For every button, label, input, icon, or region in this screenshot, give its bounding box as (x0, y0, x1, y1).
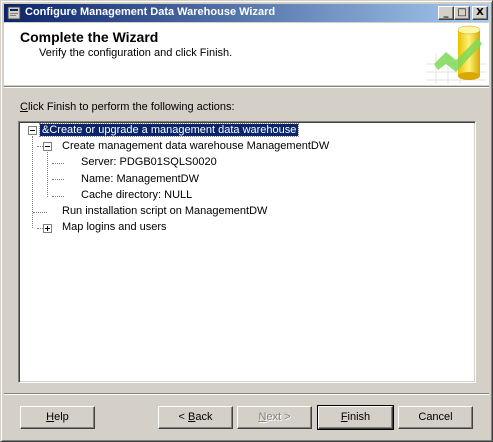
minimize-button[interactable]: _ (438, 6, 454, 20)
title-bar[interactable]: Configure Management Data Warehouse Wiza… (4, 4, 489, 22)
cancel-button[interactable]: Cancel (398, 406, 473, 429)
back-button[interactable]: < Back (158, 406, 233, 429)
page-subtitle: Verify the configuration and click Finis… (39, 47, 233, 59)
header-divider (4, 86, 489, 88)
wizard-header: Complete the Wizard Verify the configura… (4, 23, 489, 85)
wizard-app-icon (7, 6, 21, 20)
database-check-icon (426, 25, 486, 84)
tree-item-server[interactable]: Server: PDGB01SQLS0020 (79, 155, 219, 170)
tree-item-cache-directory[interactable]: Cache directory: NULL (79, 188, 194, 203)
tree-connector (33, 212, 47, 213)
tree-connector (32, 136, 33, 228)
tree-connector (52, 196, 64, 197)
wizard-window: Configure Management Data Warehouse Wiza… (0, 0, 493, 442)
close-icon: X (476, 7, 484, 18)
tree-connector (47, 152, 48, 197)
minimize-icon: _ (443, 7, 449, 18)
help-button[interactable]: Help (20, 406, 95, 429)
tree-item-create-or-upgrade[interactable]: &Create or upgrade a management data war… (38, 123, 300, 138)
next-button[interactable]: Next > (237, 406, 312, 429)
instruction-accel: C (20, 101, 28, 113)
tree-connector (52, 163, 64, 164)
expand-toggle-icon[interactable] (43, 224, 52, 233)
maximize-button[interactable]: □ (454, 6, 470, 20)
close-button[interactable]: X (472, 6, 488, 20)
maximize-icon: □ (457, 7, 467, 18)
finish-button[interactable]: Finish (317, 405, 394, 430)
collapse-toggle-icon[interactable] (43, 142, 52, 151)
actions-tree[interactable]: &Create or upgrade a management data war… (18, 121, 476, 383)
footer-divider (4, 393, 489, 395)
tree-connector (52, 179, 64, 180)
page-title: Complete the Wizard (20, 29, 159, 45)
collapse-toggle-icon[interactable] (28, 126, 37, 135)
instruction-text: lick Finish to perform the following act… (27, 101, 235, 113)
tree-item-name[interactable]: Name: ManagementDW (79, 172, 201, 187)
tree-item-run-script[interactable]: Run installation script on ManagementDW (60, 204, 269, 219)
window-title: Configure Management Data Warehouse Wiza… (25, 6, 276, 18)
instruction-label: Click Finish to perform the following ac… (20, 101, 235, 113)
tree-item-map-logins[interactable]: Map logins and users (60, 220, 169, 235)
tree-item-create-mdw[interactable]: Create management data warehouse Managem… (60, 139, 331, 154)
